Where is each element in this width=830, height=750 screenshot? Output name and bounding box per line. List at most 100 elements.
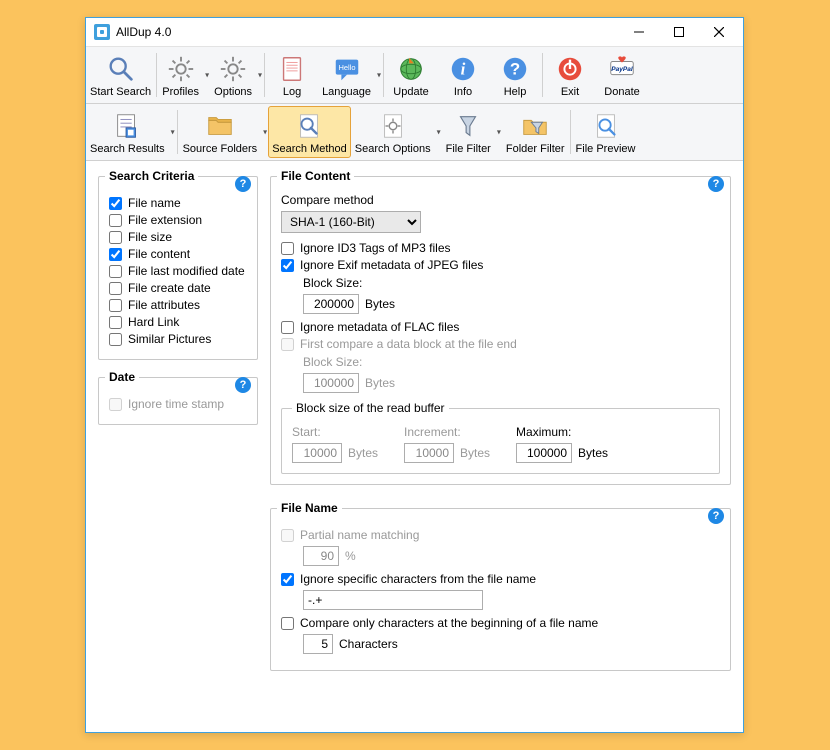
ignore-id3-checkbox[interactable] [281,242,294,255]
ignore-flac-checkbox[interactable] [281,321,294,334]
criteria-checkbox[interactable] [109,248,122,261]
help-icon[interactable]: ? [708,508,724,524]
criteria-file-create-date[interactable]: File create date [109,281,247,295]
gear-icon [165,53,197,85]
buffer-start-input [292,443,342,463]
buffer-max-input[interactable] [516,443,572,463]
globe-icon [395,53,427,85]
criteria-checkbox[interactable] [109,197,122,210]
svg-text:Hello: Hello [338,63,355,72]
partial-value-row: % [303,546,720,566]
help-icon[interactable]: ? [708,176,724,192]
exit-button[interactable]: Exit [544,49,596,101]
exit-icon [554,53,586,85]
profiles-button[interactable]: Profiles▾ [158,49,210,101]
toolbar-label: Log [283,86,301,98]
minimize-button[interactable] [619,19,659,45]
source-folders-button[interactable]: Source Folders ▾ [179,106,269,158]
ignore-chars-checkbox[interactable] [281,573,294,586]
criteria-label: File create date [128,281,211,295]
compare-begin-checkbox[interactable] [281,617,294,630]
first-compare-row: First compare a data block at the file e… [281,337,720,351]
partial-match-row: Partial name matching [281,528,720,542]
criteria-file-size[interactable]: File size [109,230,247,244]
exif-block-row: Block Size: Bytes [303,276,720,314]
criteria-checkbox[interactable] [109,214,122,227]
buffer-max-unit: Bytes [578,446,608,460]
magdoc-icon [293,110,325,142]
funnel-icon [452,110,484,142]
buffer-legend: Block size of the read buffer [292,401,449,415]
fc-block-label: Block Size: [303,355,720,369]
partial-match-checkbox [281,529,294,542]
secondary-toolbar: Search Results▾ Source Folders ▾ Search Met… [86,104,743,161]
toolbar-label: Info [454,86,472,98]
exif-block-label: Block Size: [303,276,720,290]
help-icon[interactable]: ? [235,176,251,192]
criteria-checkbox[interactable] [109,316,122,329]
hello-icon: Hello [331,53,363,85]
chevron-down-icon: ▾ [263,128,267,137]
partial-match-label: Partial name matching [300,528,419,542]
ignore-exif-row[interactable]: Ignore Exif metadata of JPEG files [281,258,720,272]
start-search-button[interactable]: Start Search [86,49,155,101]
chevron-down-icon: ▾ [205,71,209,80]
folder-icon [204,110,236,142]
toolbar-label: Search Results [90,143,165,155]
compare-method-select[interactable]: SHA-1 (160-Bit) [281,211,421,233]
ignore-exif-checkbox[interactable] [281,259,294,272]
ignore-flac-row[interactable]: Ignore metadata of FLAC files [281,320,720,334]
close-button[interactable] [699,19,739,45]
toolbar-label: Language [322,86,371,98]
toolbar-label: Source Folders [183,143,258,155]
criteria-label: File extension [128,213,202,227]
criteria-checkbox[interactable] [109,231,122,244]
criteria-file-name[interactable]: File name [109,196,247,210]
info-button[interactable]: iInfo [437,49,489,101]
toolbar-label: Options [214,86,252,98]
folder-filter-button[interactable]: Folder Filter [502,106,569,158]
search-options-button[interactable]: Search Options▾ [351,106,442,158]
help-button[interactable]: ?Help [489,49,541,101]
ignore-chars-row[interactable]: Ignore specific characters from the file… [281,572,720,586]
compare-begin-row[interactable]: Compare only characters at the beginning… [281,616,720,630]
language-button[interactable]: Hello Language ▾ [318,49,382,101]
help-icon: ? [499,53,531,85]
first-compare-label: First compare a data block at the file e… [300,337,517,351]
log-button[interactable]: Log [266,49,318,101]
criteria-file-content[interactable]: File content [109,247,247,261]
update-button[interactable]: Update [385,49,437,101]
options-button[interactable]: Options▾ [210,49,263,101]
compare-begin-value-row: Characters [303,634,720,654]
criteria-checkbox[interactable] [109,282,122,295]
donate-button[interactable]: PayPalDonate [596,49,648,101]
help-icon[interactable]: ? [235,377,251,393]
file-preview-button[interactable]: File Preview [572,106,640,158]
file-name-group: File Name ? Partial name matching % Igno… [270,501,731,671]
exif-block-input[interactable] [303,294,359,314]
doc-icon [276,53,308,85]
ignore-chars-input[interactable] [303,590,483,610]
ignore-id3-row[interactable]: Ignore ID3 Tags of MP3 files [281,241,720,255]
search-method-button[interactable]: Search Method [268,106,351,158]
compare-begin-input[interactable] [303,634,333,654]
date-group: Date ? Ignore time stamp [98,370,258,425]
compare-method-label: Compare method [281,193,720,207]
criteria-similar-pictures[interactable]: Similar Pictures [109,332,247,346]
buffer-start-label: Start: [292,425,378,439]
criteria-hard-link[interactable]: Hard Link [109,315,247,329]
search-results-button[interactable]: Search Results▾ [86,106,176,158]
chevron-down-icon: ▾ [377,71,381,80]
file-filter-button[interactable]: File Filter▾ [442,106,502,158]
criteria-checkbox[interactable] [109,299,122,312]
maximize-button[interactable] [659,19,699,45]
criteria-file-extension[interactable]: File extension [109,213,247,227]
criteria-file-last-modified-date[interactable]: File last modified date [109,264,247,278]
criteria-file-attributes[interactable]: File attributes [109,298,247,312]
criteria-label: File attributes [128,298,200,312]
left-column: Search Criteria ? File nameFile extensio… [98,169,258,425]
criteria-checkbox[interactable] [109,265,122,278]
ignore-flac-label: Ignore metadata of FLAC files [300,320,459,334]
toolbar-label: Search Method [272,143,347,155]
criteria-checkbox[interactable] [109,333,122,346]
